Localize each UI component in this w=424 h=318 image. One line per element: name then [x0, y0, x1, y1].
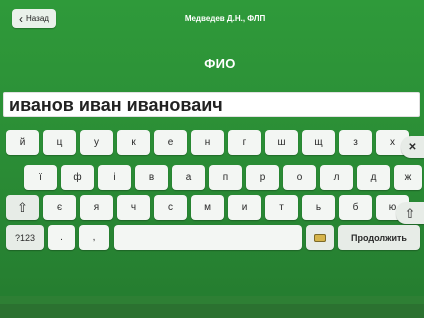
- key-1-10[interactable]: з: [339, 130, 372, 155]
- key-label: ц: [56, 137, 63, 148]
- footer-strip: [0, 304, 424, 318]
- key-label: р: [259, 172, 266, 183]
- key-label: у: [94, 137, 99, 148]
- key-label: ,: [92, 232, 96, 243]
- key-1-1[interactable]: й: [6, 130, 39, 155]
- backspace-button[interactable]: ✕: [401, 136, 424, 158]
- key-label: .: [60, 232, 63, 243]
- key-label: е: [167, 137, 174, 148]
- backspace-icon: ✕: [408, 141, 417, 153]
- key-1-8[interactable]: ш: [265, 130, 298, 155]
- key-3-3[interactable]: ч: [117, 195, 150, 220]
- continue-button[interactable]: Продолжить: [338, 225, 420, 250]
- keyboard-layout-icon: [314, 233, 326, 242]
- key-label: ф: [73, 172, 82, 183]
- key-3-1[interactable]: є: [43, 195, 76, 220]
- key-label: х: [390, 137, 395, 148]
- key-label: з: [353, 137, 358, 148]
- key-comma[interactable]: ,: [79, 225, 109, 250]
- key-label: ч: [130, 202, 137, 213]
- key-3-4[interactable]: с: [154, 195, 187, 220]
- key-label: о: [296, 172, 303, 183]
- continue-label: Продолжить: [351, 232, 407, 243]
- key-1-6[interactable]: н: [191, 130, 224, 155]
- key-2-4[interactable]: в: [135, 165, 168, 190]
- key-1-7[interactable]: г: [228, 130, 261, 155]
- key-label: г: [242, 137, 247, 148]
- language-switch-button[interactable]: [306, 225, 334, 250]
- key-2-11[interactable]: ж: [394, 165, 422, 190]
- mode-toggle-label: ?123: [14, 232, 36, 243]
- key-2-9[interactable]: л: [320, 165, 353, 190]
- page-title: Медведев Д.Н., ФЛП: [184, 14, 266, 23]
- key-1-4[interactable]: к: [117, 130, 150, 155]
- key-label: а: [185, 172, 192, 183]
- key-1-2[interactable]: ц: [43, 130, 76, 155]
- key-label: і: [113, 172, 116, 183]
- key-2-10[interactable]: д: [357, 165, 390, 190]
- key-label: п: [222, 172, 229, 183]
- key-label: с: [168, 202, 173, 213]
- full-name-input[interactable]: иванов иван ивановаич: [3, 92, 420, 117]
- full-name-value: иванов иван ивановаич: [9, 95, 223, 115]
- key-1-5[interactable]: е: [154, 130, 187, 155]
- key-label: я: [93, 202, 100, 213]
- key-2-1[interactable]: ї: [24, 165, 57, 190]
- key-3-9[interactable]: б: [339, 195, 372, 220]
- screen: ‹ Назад Медведев Д.Н., ФЛП ФИО иванов ив…: [0, 0, 424, 318]
- key-2-3[interactable]: і: [98, 165, 131, 190]
- key-2-5[interactable]: а: [172, 165, 205, 190]
- field-title: ФИО: [204, 56, 236, 71]
- key-3-8[interactable]: ь: [302, 195, 335, 220]
- shift-button-left[interactable]: ⇧: [6, 195, 39, 220]
- key-1-3[interactable]: у: [80, 130, 113, 155]
- key-label: н: [204, 137, 211, 148]
- key-dot[interactable]: .: [48, 225, 75, 250]
- mode-toggle-button[interactable]: ?123: [6, 225, 44, 250]
- key-3-5[interactable]: м: [191, 195, 224, 220]
- key-3-7[interactable]: т: [265, 195, 298, 220]
- key-label: л: [333, 172, 340, 183]
- key-1-9[interactable]: щ: [302, 130, 335, 155]
- key-label: к: [131, 137, 136, 148]
- status-footer: [0, 296, 424, 318]
- key-label: є: [56, 202, 63, 213]
- key-label: ь: [315, 202, 322, 213]
- key-3-2[interactable]: я: [80, 195, 113, 220]
- key-label: и: [241, 202, 248, 213]
- key-2-2[interactable]: ф: [61, 165, 94, 190]
- key-label: в: [148, 172, 155, 183]
- key-2-8[interactable]: о: [283, 165, 316, 190]
- shift-icon: ⇧: [17, 200, 28, 215]
- spacebar[interactable]: [114, 225, 302, 250]
- shift-button-right[interactable]: ⇧: [396, 202, 424, 224]
- key-label: т: [279, 202, 284, 213]
- key-3-6[interactable]: и: [228, 195, 261, 220]
- key-label: б: [352, 202, 359, 213]
- key-label: щ: [314, 137, 323, 148]
- key-label: ш: [277, 137, 286, 148]
- key-label: ї: [39, 172, 42, 183]
- back-button[interactable]: ‹ Назад: [12, 9, 56, 28]
- back-label: Назад: [26, 14, 49, 23]
- key-2-6[interactable]: п: [209, 165, 242, 190]
- key-2-7[interactable]: р: [246, 165, 279, 190]
- key-label: д: [370, 172, 377, 183]
- shift-icon: ⇧: [404, 205, 416, 221]
- key-label: й: [19, 137, 26, 148]
- on-screen-keyboard: й ц у к е н г ш щ з х ✕ ї ф і в а п р о …: [0, 124, 424, 259]
- key-label: м: [204, 202, 211, 213]
- key-label: ж: [404, 172, 412, 183]
- chevron-left-icon: ‹: [19, 11, 24, 26]
